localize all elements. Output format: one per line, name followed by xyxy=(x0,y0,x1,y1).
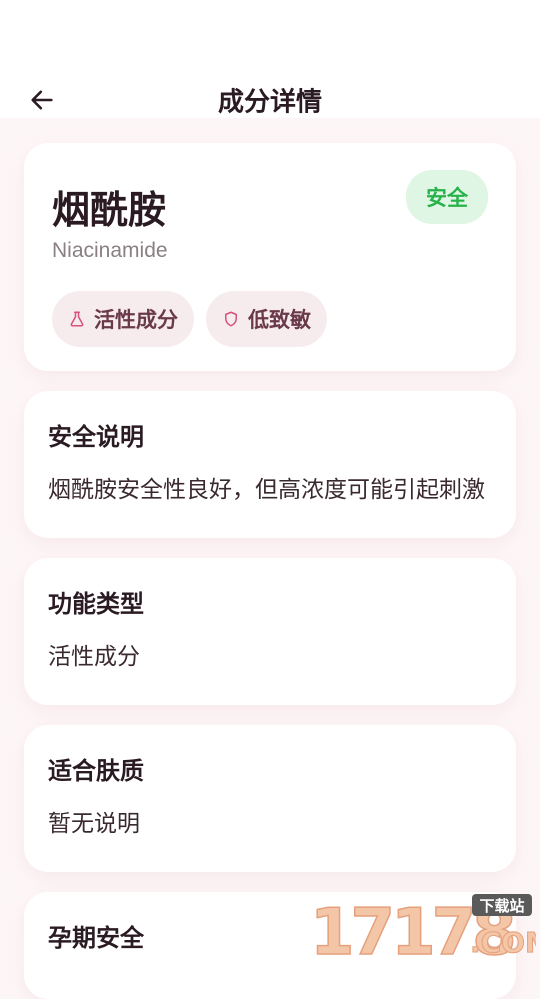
section-title: 功能类型 xyxy=(48,590,144,618)
ingredient-english-name: Niacinamide xyxy=(52,239,168,262)
ingredient-card: 烟酰胺 Niacinamide 安全 活性成分 低致敏 xyxy=(24,143,516,371)
ingredient-name: 烟酰胺 xyxy=(52,188,167,232)
section-pregnancy-safety: 孕期安全 xyxy=(24,892,516,999)
tag-low-allergen: 低致敏 xyxy=(206,291,327,347)
content: 烟酰胺 Niacinamide 安全 活性成分 低致敏 安全说明 烟酰胺安全性良… xyxy=(0,118,540,999)
status-bar xyxy=(0,0,540,40)
section-title: 孕期安全 xyxy=(48,924,144,952)
section-body: 烟酰胺安全性良好，但高浓度可能引起刺激 xyxy=(48,477,485,503)
section-body: 暂无说明 xyxy=(48,811,140,837)
app-bar: 成分详情 xyxy=(0,40,540,118)
tag-list: 活性成分 低致敏 xyxy=(52,291,327,347)
safety-badge: 安全 xyxy=(406,170,488,224)
section-skin-type: 适合肤质 暂无说明 xyxy=(24,725,516,872)
section-function-type: 功能类型 活性成分 xyxy=(24,558,516,705)
section-title: 安全说明 xyxy=(48,423,144,451)
tag-label: 活性成分 xyxy=(94,308,178,332)
tag-active-ingredient: 活性成分 xyxy=(52,291,194,347)
page-title: 成分详情 xyxy=(217,87,322,118)
flask-icon xyxy=(68,310,86,328)
section-safety-note: 安全说明 烟酰胺安全性良好，但高浓度可能引起刺激 xyxy=(24,391,516,538)
shield-icon xyxy=(222,310,240,328)
section-body: 活性成分 xyxy=(48,644,140,670)
tag-label: 低致敏 xyxy=(248,308,311,332)
section-title: 适合肤质 xyxy=(48,757,144,785)
